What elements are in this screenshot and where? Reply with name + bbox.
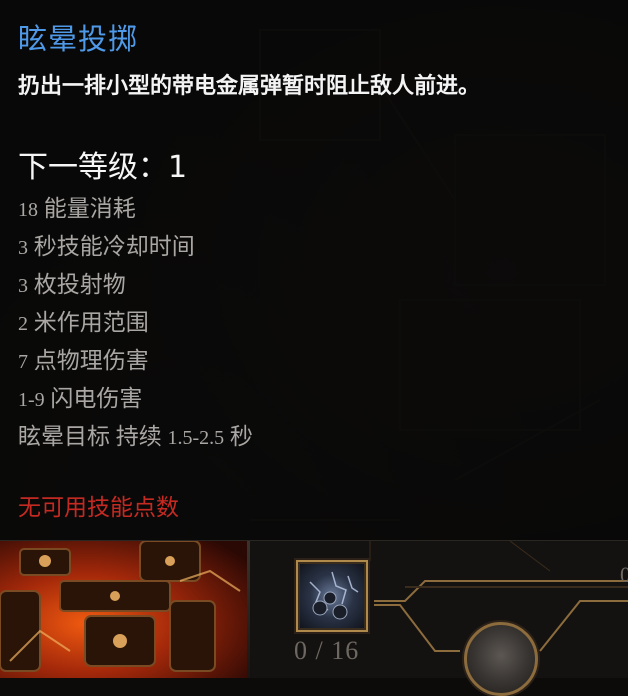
stat-value: 3 xyxy=(18,237,28,259)
character-armor-art xyxy=(0,541,247,678)
stat-energy-cost: 18 能量消耗 xyxy=(18,192,253,230)
stat-projectiles: 3 枚投射物 xyxy=(18,268,253,306)
stat-label: 眩晕目标 持续 xyxy=(18,424,168,449)
stat-label: 秒 xyxy=(224,424,253,449)
partial-counter: 0 xyxy=(620,562,628,587)
character-portrait xyxy=(0,541,247,678)
stat-cooldown: 3 秒技能冷却时间 xyxy=(18,230,253,268)
skill-description: 扔出一排小型的带电金属弹暂时阻止敌人前进。 xyxy=(18,74,481,99)
stat-radius: 2 米作用范围 xyxy=(18,306,253,344)
stat-value: 7 xyxy=(18,351,28,373)
stat-label: 点物理伤害 xyxy=(28,348,149,373)
stat-stun-duration: 眩晕目标 持续 1.5-2.5 秒 xyxy=(18,420,253,458)
skill-title: 眩晕投掷 xyxy=(18,22,139,56)
passive-skill-node[interactable] xyxy=(464,622,538,696)
no-skill-points-warning: 无可用技能点数 xyxy=(18,495,179,521)
stat-lightning-damage: 1-9 闪电伤害 xyxy=(18,382,253,420)
stat-label: 能量消耗 xyxy=(38,196,136,221)
stat-label: 闪电伤害 xyxy=(44,386,143,411)
stat-value: 2 xyxy=(18,313,28,335)
stat-physical-damage: 7 点物理伤害 xyxy=(18,344,253,382)
stat-label: 米作用范围 xyxy=(28,310,149,335)
skill-points-counter: 0 / 16 xyxy=(294,636,360,665)
stat-label: 枚投射物 xyxy=(28,272,126,297)
stat-value: 18 xyxy=(18,199,38,221)
stat-value: 1-9 xyxy=(18,389,45,411)
stat-value: 1.5-2.5 xyxy=(167,427,225,449)
next-level: 下一等级：1 xyxy=(18,142,187,186)
skill-tooltip: 眩晕投掷 扔出一排小型的带电金属弹暂时阻止敌人前进。 下一等级：1 18 能量消… xyxy=(0,0,628,541)
next-level-label: 下一等级： xyxy=(18,150,168,185)
stun-grenade-skill-node[interactable] xyxy=(296,560,368,632)
stat-label: 秒技能冷却时间 xyxy=(28,234,195,259)
skill-stats-list: 18 能量消耗 3 秒技能冷却时间 3 枚投射物 2 米作用范围 7 点物理伤害… xyxy=(18,192,253,458)
next-level-value: 1 xyxy=(168,150,188,185)
stat-value: 3 xyxy=(18,275,28,297)
stun-grenade-icon xyxy=(309,571,359,620)
